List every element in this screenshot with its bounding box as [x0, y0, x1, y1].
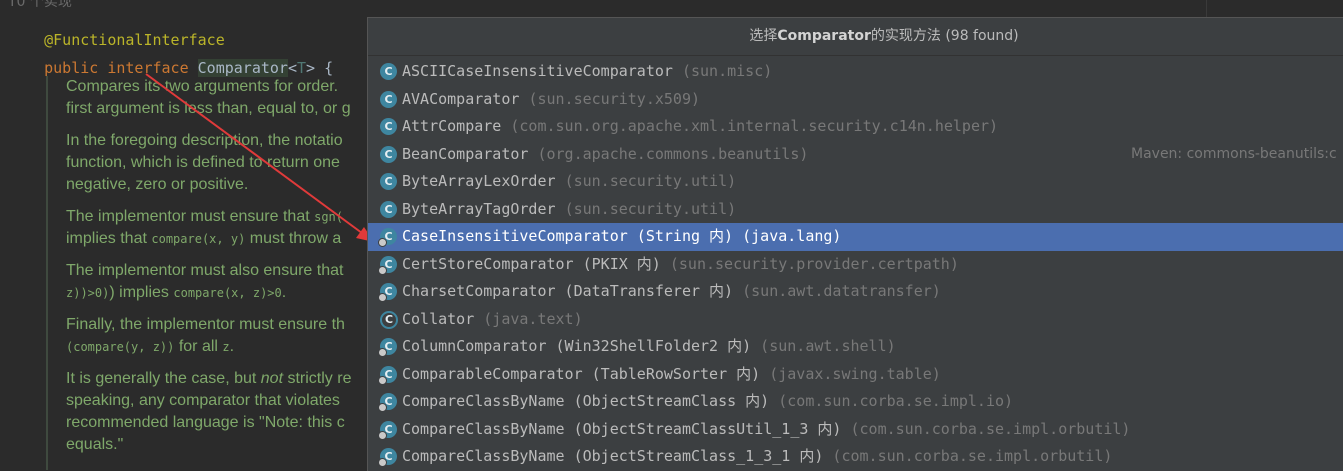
implementation-item[interactable]: C ComparableComparator (TableRowSorter 内)… [368, 361, 1343, 389]
inner-class-icon: C [378, 255, 397, 275]
class-icon: C [380, 63, 397, 80]
implementation-item[interactable]: C CharsetComparator (DataTransferer 内) (s… [368, 278, 1343, 306]
implementation-item[interactable]: C CompareClassByName (ObjectStreamClassUt… [368, 416, 1343, 444]
implementation-label: CompareClassByName (ObjectStreamClassUti… [402, 416, 1130, 444]
class-icon: C [380, 145, 397, 163]
class-icon: C [380, 200, 397, 218]
class-name: CharsetComparator (DataTransferer 内) [402, 282, 734, 300]
package-name: (sun.security.util) [564, 199, 737, 218]
class-name: CompareClassByName (ObjectStreamClass 内) [402, 392, 770, 410]
implementation-item[interactable]: C Collator (java.text) [368, 306, 1343, 334]
implementation-item[interactable]: C AVAComparator (sun.security.x509) [368, 86, 1343, 114]
class-name: CompareClassByName (ObjectStreamClassUti… [402, 419, 842, 438]
package-name: (sun.security.x509) [528, 89, 701, 108]
library-source: Maven: commons-beanutils:c [1131, 145, 1337, 162]
implementation-item[interactable]: C ByteArrayTagOrder (sun.security.util) [368, 196, 1343, 224]
title-prefix: 选择 [749, 28, 778, 44]
arrow-shaft [145, 73, 367, 237]
implementation-item[interactable]: C ASCIICaseInsensitiveComparator (sun.mis… [368, 58, 1343, 86]
class-name: BeanComparator [402, 144, 529, 163]
package-name: (java.lang) [742, 227, 842, 245]
class-name: ColumnComparator (Win32ShellFolder2 内) [402, 337, 752, 355]
implementation-item[interactable]: C ColumnComparator (Win32ShellFolder2 内) … [368, 333, 1343, 361]
implementation-item[interactable]: C ByteArrayLexOrder (sun.security.util) [368, 168, 1343, 196]
package-name: (com.sun.org.apache.xml.internal.securit… [510, 117, 999, 135]
implementation-item[interactable]: C CertStoreComparator (PKIX 内) (sun.secur… [368, 251, 1343, 279]
class-name: Collator [402, 309, 475, 328]
implementation-label: Collator (java.text) [402, 306, 583, 334]
package-name: (sun.awt.shell) [760, 337, 896, 355]
package-name: (org.apache.commons.beanutils) [537, 144, 809, 163]
inner-class-icon: C [378, 283, 397, 302]
implementation-item[interactable]: C CompareClassByName (ObjectStreamClass_1… [368, 443, 1343, 471]
class-icon: C [380, 90, 397, 108]
class-name: ByteArrayLexOrder [402, 172, 556, 190]
class-icon: C [380, 118, 397, 135]
implementation-label: ASCIICaseInsensitiveComparator (sun.misc… [402, 58, 772, 86]
package-name: (sun.security.util) [564, 172, 737, 190]
implementation-label: AttrCompare (com.sun.org.apache.xml.inte… [402, 113, 998, 141]
class-icon: C [380, 173, 397, 190]
package-name: (sun.security.provider.certpath) [669, 254, 959, 273]
implementation-list[interactable]: C ASCIICaseInsensitiveComparator (sun.mis… [368, 58, 1343, 471]
choose-implementation-popup[interactable]: 选择Comparator的实现方法 (98 found) C ASCIICaseI… [367, 17, 1343, 471]
inner-class-icon: C [378, 393, 397, 412]
implementation-label: CharsetComparator (DataTransferer 内) (su… [402, 278, 941, 306]
class-name: ComparableComparator (TableRowSorter 内) [402, 364, 761, 383]
implementation-item[interactable]: C BeanComparator (org.apache.commons.bean… [368, 141, 1343, 169]
package-name: (com.sun.corba.se.impl.orbutil) [832, 447, 1113, 465]
inner-class-icon: C [378, 228, 397, 247]
class-name: CaseInsensitiveComparator (String 内) [402, 227, 734, 245]
class-name: AttrCompare [402, 117, 502, 135]
abstract-class-icon: C [380, 310, 398, 329]
implementation-label: ComparableComparator (TableRowSorter 内) … [402, 361, 941, 389]
class-name: ASCIICaseInsensitiveComparator [402, 62, 673, 80]
package-name: (com.sun.corba.se.impl.io) [778, 392, 1014, 410]
title-suffix: 的实现方法 (98 found) [870, 28, 1019, 44]
package-name: (sun.misc) [681, 62, 773, 80]
inner-class-icon: C [378, 365, 397, 385]
implementation-label: AVAComparator (sun.security.x509) [402, 86, 700, 114]
popup-title: 选择Comparator的实现方法 (98 found) [368, 18, 1343, 56]
implementation-label: ByteArrayTagOrder (sun.security.util) [402, 196, 736, 224]
implementation-label: CaseInsensitiveComparator (String 内) (ja… [402, 223, 841, 251]
implementation-item[interactable]: C AttrCompare (com.sun.org.apache.xml.int… [368, 113, 1343, 141]
title-interface: Comparator [777, 28, 871, 44]
package-name: (java.text) [483, 309, 583, 328]
class-name: ByteArrayTagOrder [402, 199, 556, 218]
implementation-label: BeanComparator (org.apache.commons.beanu… [402, 141, 808, 169]
inner-class-icon: C [378, 420, 397, 440]
implementation-label: CompareClassByName (ObjectStreamClass_1_… [402, 443, 1112, 471]
implementation-label: CertStoreComparator (PKIX 内) (sun.securi… [402, 251, 959, 279]
implementation-item[interactable]: C CompareClassByName (ObjectStreamClass 内… [368, 388, 1343, 416]
implementation-item[interactable]: C CaseInsensitiveComparator (String 内) (j… [368, 223, 1343, 251]
class-name: CertStoreComparator (PKIX 内) [402, 254, 661, 273]
implementation-label: ColumnComparator (Win32ShellFolder2 内) (… [402, 333, 896, 361]
inner-class-icon: C [378, 338, 397, 357]
implementation-label: ByteArrayLexOrder (sun.security.util) [402, 168, 736, 196]
package-name: (javax.swing.table) [769, 364, 941, 383]
implementation-label: CompareClassByName (ObjectStreamClass 内)… [402, 388, 1013, 416]
package-name: (com.sun.corba.se.impl.orbutil) [850, 419, 1131, 438]
inner-class-icon: C [378, 448, 397, 467]
class-name: CompareClassByName (ObjectStreamClass_1_… [402, 447, 824, 465]
package-name: (sun.awt.datatransfer) [742, 282, 941, 300]
class-name: AVAComparator [402, 89, 520, 108]
